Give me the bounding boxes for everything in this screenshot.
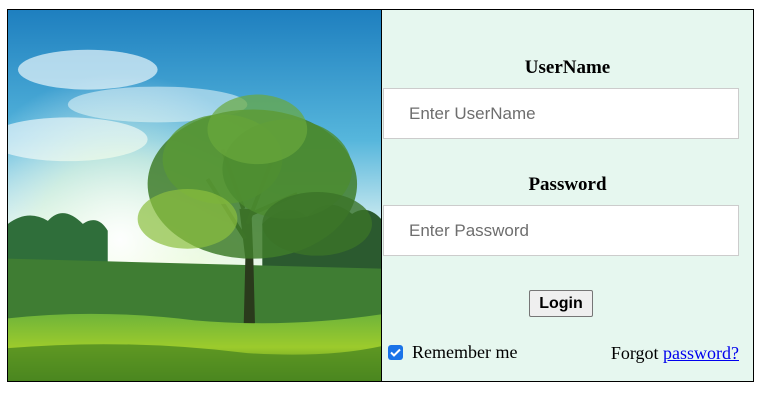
password-label: Password (528, 174, 607, 195)
remember-me-checkbox[interactable] (388, 345, 403, 360)
username-label: UserName (524, 57, 611, 78)
tree-landscape-image (8, 10, 381, 381)
forgot-text: Forgot (610, 343, 659, 363)
password-input[interactable] (383, 205, 739, 256)
remember-me-row: Remember me (388, 342, 517, 363)
forgot-password: Forgot password? (611, 343, 739, 364)
login-button[interactable]: Login (529, 290, 593, 317)
remember-me-label: Remember me (412, 342, 518, 362)
username-input[interactable] (383, 88, 739, 139)
checkmark-icon (390, 348, 401, 357)
hero-image (8, 10, 382, 381)
forgot-password-link[interactable]: password? (663, 343, 739, 363)
login-container: UserName Password Login Remember me Forg… (7, 9, 754, 382)
login-form: UserName Password Login Remember me Forg… (382, 10, 753, 381)
